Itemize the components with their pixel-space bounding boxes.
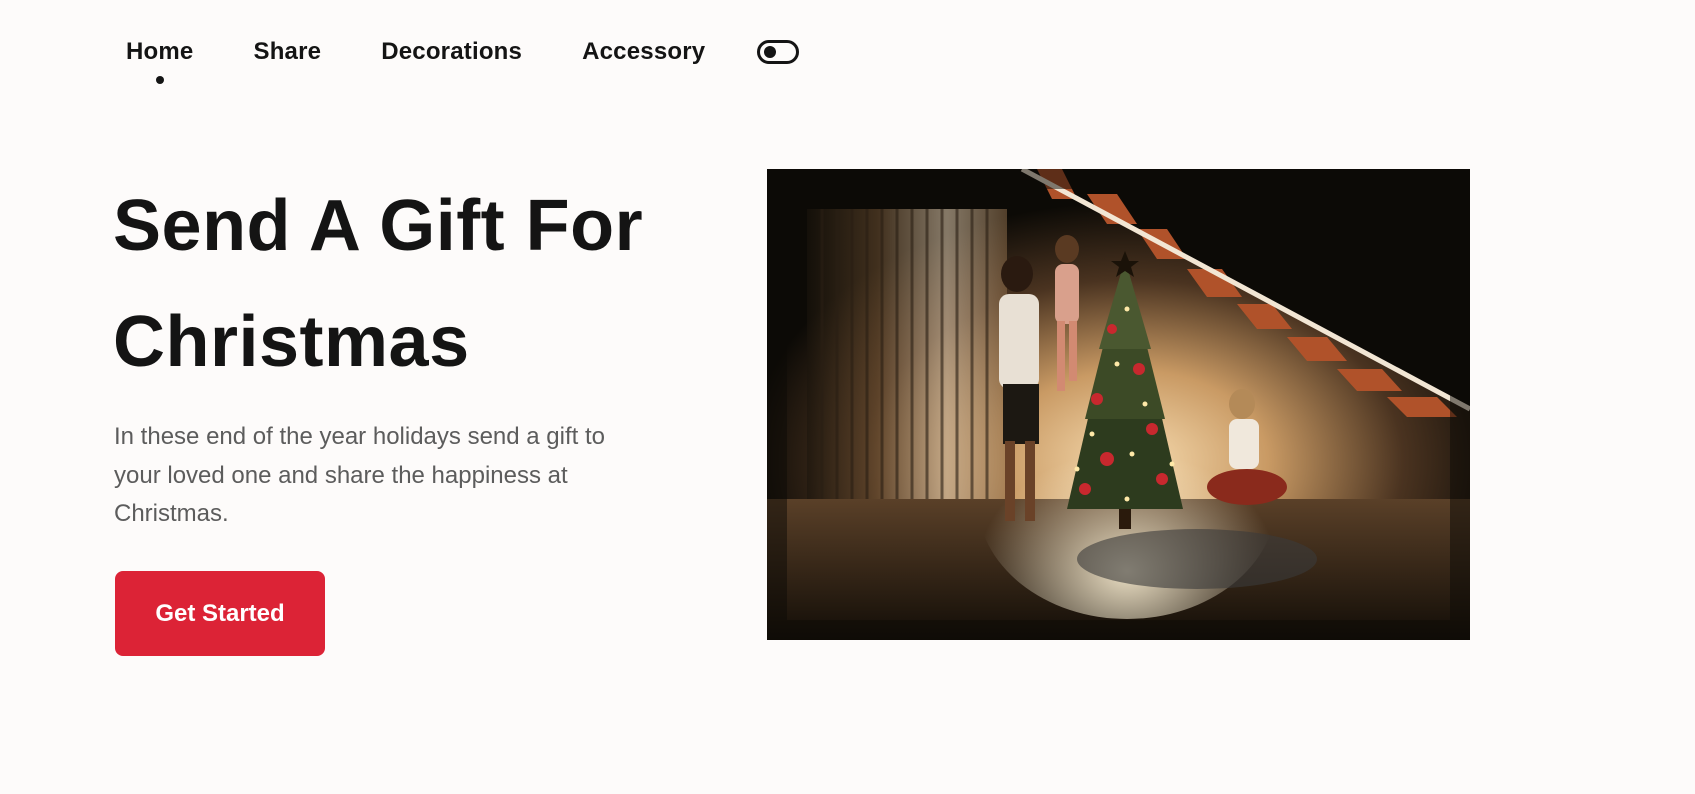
nav-item-label: Accessory: [582, 38, 706, 65]
hero-title-line-2: Christmas: [113, 302, 470, 382]
nav-item-home[interactable]: Home: [126, 34, 194, 84]
nav-item-accessory[interactable]: Accessory: [582, 34, 705, 70]
nav-item-label: Home: [126, 38, 194, 65]
nav-item-label: Decorations: [381, 38, 523, 65]
hero-photo: [767, 169, 1470, 640]
toggle-knob: [764, 46, 777, 58]
theme-toggle-icon[interactable]: [757, 40, 800, 64]
get-started-button[interactable]: Get Started: [115, 571, 325, 656]
hero-title-line-1: Send A Gift For: [113, 186, 644, 266]
nav-item-label: Share: [253, 38, 322, 65]
nav-item-share[interactable]: Share: [253, 34, 321, 70]
hero-title: Send A Gift For Christmas: [113, 168, 713, 400]
active-indicator-dot: [155, 76, 164, 84]
christmas-tree-photo-icon: [767, 169, 1470, 640]
nav-item-decorations[interactable]: Decorations: [381, 34, 522, 70]
hero-description: In these end of the year holidays send a…: [114, 423, 605, 527]
main-nav: Home Share Decorations Accessory: [126, 32, 800, 84]
